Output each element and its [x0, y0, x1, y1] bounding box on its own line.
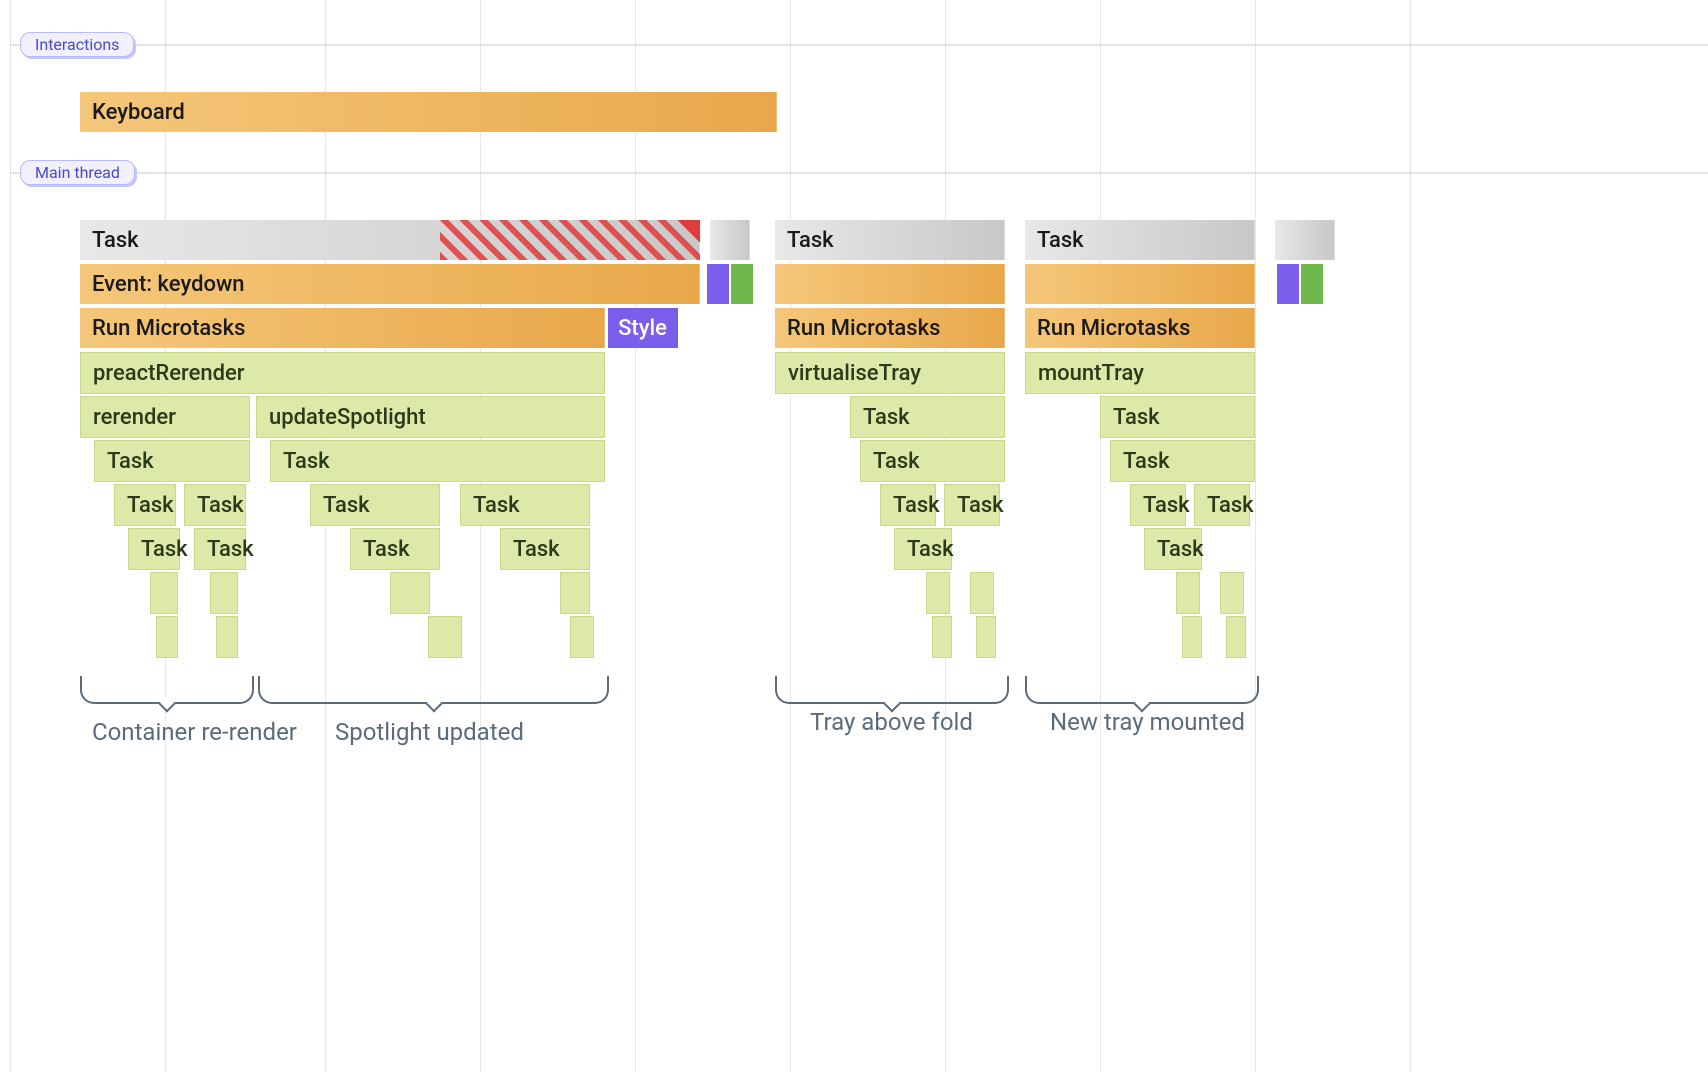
fn-task[interactable]: Task: [894, 528, 952, 570]
fn-task-tiny[interactable]: [560, 572, 590, 614]
section-rule: [10, 172, 1708, 174]
brace-icon: [775, 676, 1009, 704]
fn-task[interactable]: Task: [194, 528, 246, 570]
fn-task-tiny[interactable]: [150, 572, 178, 614]
fn-task[interactable]: Task: [310, 484, 440, 526]
fn-task-tiny[interactable]: [1176, 572, 1200, 614]
gridline: [635, 0, 636, 1072]
fn-task[interactable]: Task: [270, 440, 605, 482]
section-label-interactions[interactable]: Interactions: [20, 32, 134, 57]
event-3[interactable]: [1025, 264, 1255, 304]
fn-task-tiny[interactable]: [1182, 616, 1202, 658]
fn-task[interactable]: Task: [500, 528, 590, 570]
gridline: [1255, 0, 1256, 1072]
annotation-container-rerender: Container re-render: [92, 718, 297, 746]
fn-task[interactable]: Task: [350, 528, 440, 570]
gridline: [790, 0, 791, 1072]
fn-task[interactable]: Task: [94, 440, 250, 482]
gridline: [325, 0, 326, 1072]
fn-task[interactable]: Task: [128, 528, 180, 570]
task-root-2[interactable]: Task: [775, 220, 1005, 260]
annotation-new-tray-mounted: New tray mounted: [1050, 708, 1245, 736]
fn-task[interactable]: Task: [184, 484, 246, 526]
annotation-tray-above-fold: Tray above fold: [810, 708, 973, 736]
run-microtasks-3[interactable]: Run Microtasks: [1025, 308, 1255, 348]
fn-task-tiny[interactable]: [210, 572, 238, 614]
fn-task-tiny[interactable]: [976, 616, 996, 658]
task-root-tiny[interactable]: [710, 220, 750, 260]
interaction-keyboard[interactable]: Keyboard: [80, 92, 777, 132]
event-keydown[interactable]: Event: keydown: [80, 264, 700, 304]
run-microtasks-2[interactable]: Run Microtasks: [775, 308, 1005, 348]
brace-icon: [1025, 676, 1259, 704]
fn-task-tiny[interactable]: [570, 616, 594, 658]
task-root-3[interactable]: Task: [1025, 220, 1255, 260]
fn-mount-tray[interactable]: mountTray: [1025, 352, 1255, 394]
chip-purple[interactable]: [707, 264, 729, 304]
fn-task-tiny[interactable]: [1226, 616, 1246, 658]
brace-icon: [258, 676, 609, 704]
annotation-spotlight-updated: Spotlight updated: [335, 718, 524, 746]
long-task-hatch-icon: [440, 220, 700, 260]
style-block[interactable]: Style: [608, 308, 678, 348]
long-task-triangle-icon: [678, 220, 700, 242]
gridline: [1410, 0, 1411, 1072]
section-label-main-thread[interactable]: Main thread: [20, 160, 135, 185]
fn-task-tiny[interactable]: [390, 572, 430, 614]
fn-task-tiny[interactable]: [1220, 572, 1244, 614]
fn-task[interactable]: Task: [1100, 396, 1255, 438]
fn-task-tiny[interactable]: [926, 572, 950, 614]
flame-chart: Interactions Keyboard Main thread Task T…: [0, 0, 1708, 1072]
fn-task-tiny[interactable]: [428, 616, 462, 658]
fn-virtualise-tray[interactable]: virtualiseTray: [775, 352, 1005, 394]
chip-purple-2[interactable]: [1277, 264, 1299, 304]
fn-task[interactable]: Task: [1144, 528, 1202, 570]
chip-lime-2[interactable]: [1301, 264, 1323, 304]
fn-task[interactable]: Task: [944, 484, 1000, 526]
section-rule: [10, 44, 1708, 46]
chip-lime[interactable]: [731, 264, 753, 304]
fn-task[interactable]: Task: [880, 484, 936, 526]
fn-task-tiny[interactable]: [156, 616, 178, 658]
fn-update-spotlight[interactable]: updateSpotlight: [256, 396, 605, 438]
fn-task-tiny[interactable]: [970, 572, 994, 614]
run-microtasks-1[interactable]: Run Microtasks: [80, 308, 605, 348]
fn-task[interactable]: Task: [460, 484, 590, 526]
brace-icon: [80, 676, 254, 704]
gridline: [10, 0, 11, 1072]
fn-task-tiny[interactable]: [932, 616, 952, 658]
fn-task[interactable]: Task: [1110, 440, 1255, 482]
fn-rerender[interactable]: rerender: [80, 396, 250, 438]
fn-task[interactable]: Task: [114, 484, 176, 526]
fn-task[interactable]: Task: [1194, 484, 1250, 526]
gridline: [1100, 0, 1101, 1072]
fn-task-tiny[interactable]: [216, 616, 238, 658]
fn-task[interactable]: Task: [860, 440, 1005, 482]
fn-preact-rerender[interactable]: preactRerender: [80, 352, 605, 394]
fn-task[interactable]: Task: [850, 396, 1005, 438]
task-root-tiny-2[interactable]: [1275, 220, 1335, 260]
event-2[interactable]: [775, 264, 1005, 304]
fn-task[interactable]: Task: [1130, 484, 1186, 526]
gridline: [480, 0, 481, 1072]
